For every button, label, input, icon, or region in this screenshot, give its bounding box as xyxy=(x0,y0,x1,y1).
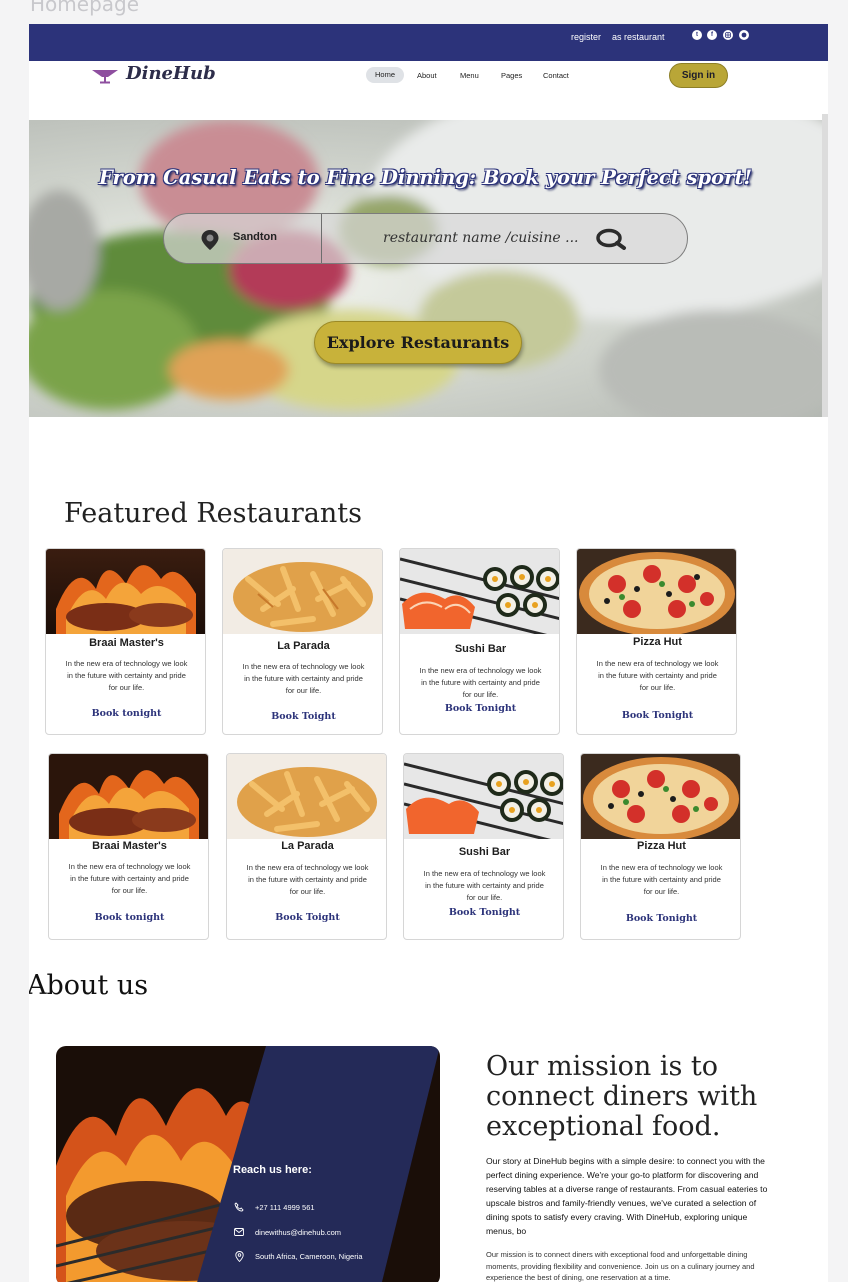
sushi-food-image xyxy=(400,549,559,634)
book-button[interactable]: Book tonight xyxy=(46,708,205,719)
card-description: In the new era of technology we look in … xyxy=(423,869,546,902)
github-icon[interactable] xyxy=(739,30,749,40)
card-description: In the new era of technology we look in … xyxy=(68,862,191,895)
email-row: dinewithus@dinehub.com xyxy=(233,1226,341,1238)
card-name: Sushi Bar xyxy=(454,643,507,655)
email-address[interactable]: dinewithus@dinehub.com xyxy=(255,1228,341,1237)
card-description: In the new era of technology we look in … xyxy=(596,659,719,692)
about-title: About us xyxy=(29,970,149,1001)
pasta-food-image xyxy=(223,549,382,634)
book-button[interactable]: Book Toight xyxy=(227,912,386,923)
restaurant-card[interactable]: Braai Master's In the new era of technol… xyxy=(48,753,209,940)
pizza-food-image xyxy=(581,754,740,839)
our-story-text: Our story at DineHub begins with a simpl… xyxy=(486,1156,768,1236)
restaurant-card[interactable]: Pizza Hut In the new era of technology w… xyxy=(580,753,741,940)
phone-number[interactable]: +27 111 4999 561 xyxy=(255,1203,315,1212)
pasta-food-image xyxy=(227,754,386,839)
card-name: Braai Master's xyxy=(92,840,167,852)
restaurant-card[interactable]: Sushi Bar In the new era of technology w… xyxy=(399,548,560,735)
register-link[interactable]: register xyxy=(571,32,601,42)
pizza-food-image xyxy=(577,549,736,634)
sushi-food-image xyxy=(404,754,563,839)
frame-label: Homepage xyxy=(30,0,140,16)
twitter-icon[interactable]: t xyxy=(692,30,702,40)
sign-in-button[interactable]: Sign in xyxy=(669,63,728,88)
book-button[interactable]: Book Tonight xyxy=(400,703,559,714)
hero-edge xyxy=(822,114,828,417)
book-button[interactable]: Book tonight xyxy=(49,912,208,923)
search-icon[interactable] xyxy=(596,228,630,250)
card-description: In the new era of technology we look in … xyxy=(419,666,542,699)
location-selector[interactable]: Sandton xyxy=(233,231,277,243)
braai-food-image xyxy=(46,549,205,634)
restaurant-card[interactable]: La Parada In the new era of technology w… xyxy=(222,548,383,735)
book-button[interactable]: Book Tonight xyxy=(581,913,740,924)
restaurant-search-input[interactable] xyxy=(383,227,583,249)
restaurant-card[interactable]: Pizza Hut In the new era of technology w… xyxy=(576,548,737,735)
hero-food-image xyxy=(29,120,822,417)
instagram-icon[interactable] xyxy=(723,30,733,40)
nav-home[interactable]: Home xyxy=(366,67,404,83)
location-text: South Africa, Cameroon, Nigeria xyxy=(255,1251,363,1261)
search-bar: Sandton xyxy=(163,213,688,264)
homepage: register as restaurant t f DineHub Home … xyxy=(29,24,828,1282)
featured-title: Featured Restaurants xyxy=(64,498,362,529)
card-name: Pizza Hut xyxy=(633,636,682,648)
card-name: Sushi Bar xyxy=(458,846,511,858)
search-divider xyxy=(321,214,322,263)
brand-logo[interactable]: DineHub xyxy=(126,63,216,84)
card-name: La Parada xyxy=(281,840,334,852)
nav-contact[interactable]: Contact xyxy=(543,71,569,80)
mission-text: Our mission is to connect diners with ex… xyxy=(486,1250,755,1282)
explore-restaurants-button[interactable]: Explore Restaurants xyxy=(314,321,522,364)
card-name: Pizza Hut xyxy=(637,840,686,852)
restaurant-card[interactable]: Sushi Bar In the new era of technology w… xyxy=(403,753,564,940)
reach-us-title: Reach us here: xyxy=(233,1164,312,1176)
card-description: In the new era of technology we look in … xyxy=(65,659,188,692)
book-button[interactable]: Book Toight xyxy=(223,711,382,722)
card-description: In the new era of technology we look in … xyxy=(246,863,369,896)
hero-banner: From Casual Eats to Fine Dinning: Book y… xyxy=(29,120,822,417)
as-restaurant-link[interactable]: as restaurant xyxy=(612,32,665,42)
phone-row: +27 111 4999 561 xyxy=(233,1201,315,1213)
nav-pages[interactable]: Pages xyxy=(501,71,522,80)
card-name: Braai Master's xyxy=(89,637,164,649)
phone-icon xyxy=(233,1201,245,1213)
hero-headline: From Casual Eats to Fine Dinning: Book y… xyxy=(98,166,753,189)
book-button[interactable]: Book Tonight xyxy=(404,907,563,918)
restaurant-card[interactable]: La Parada In the new era of technology w… xyxy=(226,753,387,940)
location-row: South Africa, Cameroon, Nigeria xyxy=(233,1250,363,1262)
nav-menu[interactable]: Menu xyxy=(460,71,479,80)
map-pin-icon xyxy=(233,1250,245,1262)
nav-about[interactable]: About xyxy=(417,71,437,80)
braai-food-image xyxy=(49,754,208,839)
card-name: La Parada xyxy=(277,640,330,652)
mission-heading: Our mission is to connect diners with ex… xyxy=(486,1051,758,1142)
book-button[interactable]: Book Tonight xyxy=(577,710,736,721)
facebook-icon[interactable]: f xyxy=(707,30,717,40)
location-pin-icon xyxy=(199,229,221,256)
email-icon xyxy=(233,1226,245,1238)
logo-cocktail-icon xyxy=(91,68,119,89)
top-bar: register as restaurant t f xyxy=(29,24,828,61)
card-description: In the new era of technology we look in … xyxy=(600,863,723,896)
restaurant-card[interactable]: Braai Master's In the new era of technol… xyxy=(45,548,206,735)
card-description: In the new era of technology we look in … xyxy=(242,662,365,695)
